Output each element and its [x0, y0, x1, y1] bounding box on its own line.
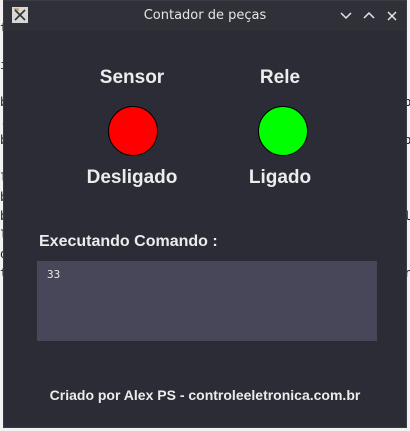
title-bar[interactable]: Contador de peças [4, 1, 406, 31]
rele-indicator [258, 106, 308, 156]
maximize-button[interactable] [360, 7, 378, 25]
chevron-up-icon [363, 11, 375, 19]
sensor-indicator [108, 106, 158, 156]
rele-status: Ligado [248, 167, 312, 188]
footer-credit: Criado por Alex PS - controleeletronica.… [49, 387, 361, 403]
command-title: Executando Comando : [39, 233, 218, 250]
window-content: Sensor Desligado Rele Ligado Executando … [4, 31, 406, 427]
close-icon [387, 11, 397, 21]
chevron-down-icon [340, 12, 352, 20]
sensor-status: Desligado [86, 167, 178, 188]
close-button[interactable] [383, 7, 401, 25]
command-output-text: 33 [47, 268, 61, 281]
rele-heading: Rele [259, 67, 301, 88]
command-output-box[interactable]: 33 [37, 261, 377, 341]
app-window: Contador de peças Sensor Desligado Rele … [3, 0, 407, 428]
minimize-button[interactable] [337, 7, 355, 25]
sensor-heading: Sensor [99, 67, 165, 88]
